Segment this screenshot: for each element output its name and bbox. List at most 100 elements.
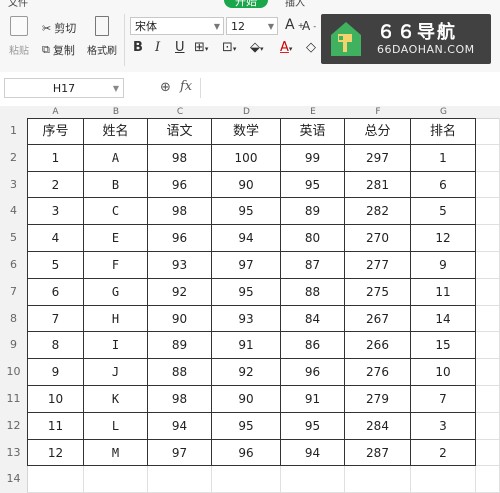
empty-cell[interactable] (281, 466, 345, 493)
table-cell[interactable]: H (84, 305, 148, 333)
table-cell[interactable]: 8 (27, 332, 84, 360)
tab-insert[interactable]: 插入 (285, 0, 305, 8)
header-cell[interactable]: 排名 (411, 118, 476, 145)
table-cell[interactable]: 88 (281, 278, 345, 306)
empty-cell[interactable] (345, 466, 411, 493)
fill-color-icon[interactable]: ⬙▾ (250, 40, 264, 55)
merge-icon[interactable]: ⊡▾ (222, 40, 236, 55)
table-cell[interactable]: 5 (27, 252, 84, 279)
table-cell[interactable]: 3 (411, 412, 476, 440)
table-cell[interactable]: 282 (345, 198, 411, 226)
table-cell[interactable]: 90 (212, 171, 281, 199)
italic-button[interactable]: I (155, 40, 160, 55)
table-cell[interactable]: 91 (281, 386, 345, 413)
table-cell[interactable]: 2 (411, 439, 476, 467)
empty-cell[interactable] (476, 252, 500, 279)
header-cell[interactable]: 姓名 (84, 118, 148, 145)
table-cell[interactable]: 90 (212, 386, 281, 413)
table-cell[interactable]: 277 (345, 252, 411, 279)
empty-cell[interactable] (148, 466, 212, 493)
column-header-b[interactable]: B (84, 106, 148, 118)
table-cell[interactable]: 91 (212, 332, 281, 360)
cut-button[interactable]: ✂ 剪切 (42, 20, 76, 36)
empty-cell[interactable] (476, 225, 500, 252)
empty-cell[interactable] (476, 412, 500, 440)
table-cell[interactable]: 1 (27, 144, 84, 172)
empty-cell[interactable] (476, 171, 500, 199)
border-icon[interactable]: ⊞▾ (194, 40, 208, 55)
row-header[interactable]: 9 (0, 332, 28, 360)
font-color-button[interactable]: A▾ (280, 40, 292, 55)
copy-button[interactable]: ⧉ 复制 (42, 42, 75, 58)
table-cell[interactable]: 6 (411, 171, 476, 199)
empty-cell[interactable] (476, 466, 500, 493)
formula-input[interactable] (200, 78, 500, 98)
table-cell[interactable]: 92 (148, 278, 212, 306)
table-cell[interactable]: 297 (345, 144, 411, 172)
empty-cell[interactable] (476, 359, 500, 386)
table-cell[interactable]: 2 (27, 171, 84, 199)
table-cell[interactable]: 94 (281, 439, 345, 467)
table-cell[interactable]: 98 (148, 198, 212, 226)
row-header[interactable]: 12 (0, 412, 28, 440)
table-cell[interactable]: 15 (411, 332, 476, 360)
font-name-select[interactable]: 宋体 ▼ (130, 17, 224, 35)
format-painter-button[interactable]: 格式刷 (84, 16, 120, 57)
empty-cell[interactable] (476, 198, 500, 226)
table-cell[interactable]: G (84, 278, 148, 306)
zoom-icon[interactable]: ⊕ (160, 80, 171, 95)
table-cell[interactable]: 86 (281, 332, 345, 360)
table-cell[interactable]: 96 (281, 359, 345, 386)
table-cell[interactable]: 89 (148, 332, 212, 360)
row-header[interactable]: 3 (0, 171, 28, 199)
row-header[interactable]: 7 (0, 278, 28, 306)
table-cell[interactable]: 97 (148, 439, 212, 467)
table-cell[interactable]: 9 (411, 252, 476, 279)
name-box[interactable]: H17 ▼ (4, 78, 124, 98)
table-cell[interactable]: 270 (345, 225, 411, 252)
table-cell[interactable]: 92 (212, 359, 281, 386)
table-cell[interactable]: 11 (411, 278, 476, 306)
row-header[interactable]: 10 (0, 359, 28, 386)
table-cell[interactable]: 96 (148, 225, 212, 252)
table-cell[interactable]: 95 (281, 171, 345, 199)
header-cell[interactable]: 总分 (345, 118, 411, 145)
column-header-c[interactable]: C (148, 106, 212, 118)
table-cell[interactable]: F (84, 252, 148, 279)
empty-cell[interactable] (476, 386, 500, 413)
table-cell[interactable]: 7 (27, 305, 84, 333)
empty-cell[interactable] (411, 466, 476, 493)
empty-cell[interactable] (476, 118, 500, 145)
table-cell[interactable]: 96 (148, 171, 212, 199)
table-cell[interactable]: 95 (212, 278, 281, 306)
header-cell[interactable]: 语文 (148, 118, 212, 145)
table-cell[interactable]: M (84, 439, 148, 467)
column-header-g[interactable]: G (411, 106, 476, 118)
underline-button[interactable]: U (175, 40, 185, 55)
table-cell[interactable]: 94 (148, 412, 212, 440)
table-cell[interactable]: 95 (212, 198, 281, 226)
empty-cell[interactable] (476, 305, 500, 333)
font-size-select[interactable]: 12 ▼ (226, 17, 278, 35)
table-cell[interactable]: 98 (148, 386, 212, 413)
table-cell[interactable]: 96 (212, 439, 281, 467)
file-menu[interactable]: 文件 (8, 0, 28, 8)
table-cell[interactable]: 4 (27, 225, 84, 252)
empty-cell[interactable] (476, 144, 500, 172)
column-header-d[interactable]: D (212, 106, 281, 118)
empty-cell[interactable] (84, 466, 148, 493)
table-cell[interactable]: 90 (148, 305, 212, 333)
paste-button[interactable]: 粘贴 (4, 16, 34, 57)
table-cell[interactable]: 284 (345, 412, 411, 440)
table-cell[interactable]: 279 (345, 386, 411, 413)
table-cell[interactable]: 275 (345, 278, 411, 306)
table-cell[interactable]: 93 (212, 305, 281, 333)
table-cell[interactable]: 97 (212, 252, 281, 279)
header-cell[interactable]: 数学 (212, 118, 281, 145)
table-cell[interactable]: 1 (411, 144, 476, 172)
row-header[interactable]: 13 (0, 439, 28, 467)
table-cell[interactable]: 3 (27, 198, 84, 226)
table-cell[interactable]: 98 (148, 144, 212, 172)
table-cell[interactable]: 84 (281, 305, 345, 333)
row-header[interactable]: 4 (0, 198, 28, 226)
